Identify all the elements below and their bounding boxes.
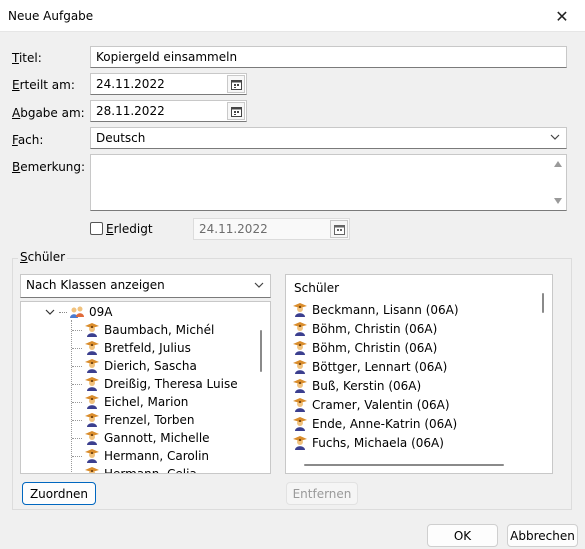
- tree-student-item[interactable]: Gannott, Michelle: [72, 429, 210, 447]
- tree-student-item[interactable]: Frenzel, Torben: [72, 411, 195, 429]
- class-group-icon: [70, 306, 84, 318]
- tree-student-label: Dreißig, Theresa Luise: [104, 377, 238, 391]
- student-icon: [85, 413, 99, 427]
- tree-student-label: Dierich, Sascha: [104, 359, 197, 373]
- fach-select[interactable]: Deutsch: [90, 127, 567, 149]
- student-icon: [85, 323, 99, 337]
- erledigt-calendar-button: [330, 220, 348, 238]
- list-item-label: Böhm, Christin (06A): [312, 322, 438, 336]
- scroll-up-icon[interactable]: [553, 160, 563, 168]
- cancel-button[interactable]: Abbrechen: [507, 524, 578, 547]
- tree-node-class[interactable]: 09A: [45, 303, 112, 321]
- remove-button: Entfernen: [286, 482, 358, 505]
- tree-scrollbar-thumb[interactable]: [260, 330, 262, 372]
- class-tree[interactable]: 09A Baumbach, Michél Bretfeld, Julius Dieri…: [20, 301, 271, 474]
- student-icon: [293, 341, 307, 355]
- calendar-icon: [333, 224, 345, 235]
- student-icon: [85, 359, 99, 373]
- list-header: Schüler: [294, 281, 340, 295]
- bemerkung-label: Bemerkung:: [12, 160, 86, 174]
- erledigt-date-value: 24.11.2022: [199, 222, 268, 236]
- assigned-student-list[interactable]: Schüler Beckmann, Lisann (06A) Böhm, Chri…: [285, 274, 553, 474]
- tree-student-label: Eichel, Marion: [104, 395, 189, 409]
- list-item[interactable]: Beckmann, Lisann (06A): [292, 301, 459, 319]
- student-icon: [85, 467, 99, 473]
- list-item[interactable]: Fuchs, Michaela (06A): [292, 434, 444, 452]
- schueler-group-title: Schüler: [18, 250, 68, 264]
- student-icon: [293, 436, 307, 450]
- student-icon: [293, 398, 307, 412]
- erledigt-checkbox[interactable]: [90, 222, 103, 235]
- close-button[interactable]: ✕: [539, 0, 585, 32]
- erledigt-date-input: 24.11.2022: [193, 218, 350, 240]
- tree-student-item[interactable]: Eichel, Marion: [72, 393, 188, 411]
- student-icon: [85, 449, 99, 463]
- list-hscrollbar-thumb[interactable]: [304, 464, 504, 466]
- student-icon: [293, 303, 307, 317]
- erteilt-date-value: 24.11.2022: [96, 77, 165, 91]
- close-icon: ✕: [555, 6, 569, 26]
- erledigt-label: Erledigt: [106, 222, 153, 236]
- tree-student-label: Frenzel, Torben: [104, 413, 195, 427]
- list-item[interactable]: Böhm, Christin (06A): [292, 320, 437, 338]
- tree-student-label: Bretfeld, Julius: [104, 341, 191, 355]
- window-title: Neue Aufgabe: [8, 9, 94, 23]
- tree-student-item[interactable]: Bretfeld, Julius: [72, 339, 191, 357]
- erteilt-calendar-button[interactable]: [227, 75, 245, 93]
- scroll-down-icon[interactable]: [553, 197, 563, 205]
- calendar-icon: [230, 106, 242, 117]
- student-icon: [85, 377, 99, 391]
- student-icon: [293, 360, 307, 374]
- tree-student-item[interactable]: Dierich, Sascha: [72, 357, 197, 375]
- titel-label: Titel:: [12, 51, 42, 65]
- assign-button[interactable]: Zuordnen: [22, 482, 96, 505]
- tree-student-item[interactable]: Hermann, Celia: [72, 465, 197, 474]
- student-icon: [293, 417, 307, 431]
- view-mode-value: Nach Klassen anzeigen: [26, 278, 165, 292]
- student-icon: [85, 341, 99, 355]
- calendar-icon: [230, 79, 242, 90]
- list-scrollbar-thumb[interactable]: [542, 293, 544, 313]
- list-item-label: Fuchs, Michaela (06A): [312, 436, 444, 450]
- tree-student-item[interactable]: Hermann, Carolin: [72, 447, 209, 465]
- list-item-label: Beckmann, Lisann (06A): [312, 303, 459, 317]
- tree-student-item[interactable]: Baumbach, Michél: [72, 321, 214, 339]
- tree-student-label: Hermann, Carolin: [104, 449, 210, 463]
- abgabe-calendar-button[interactable]: [227, 102, 245, 120]
- tree-class-label: 09A: [89, 305, 113, 319]
- list-item[interactable]: Böttger, Lennart (06A): [292, 358, 447, 376]
- fach-value: Deutsch: [96, 131, 146, 145]
- fach-label: Fach:: [12, 133, 44, 147]
- erteilt-date-input[interactable]: 24.11.2022: [90, 73, 247, 95]
- titel-input[interactable]: Kopiergeld einsammeln: [90, 46, 567, 68]
- list-item-label: Buß, Kerstin (06A): [312, 379, 422, 393]
- tree-student-label: Baumbach, Michél: [104, 323, 215, 337]
- list-item[interactable]: Cramer, Valentin (06A): [292, 396, 450, 414]
- tree-student-label: Hermann, Celia: [104, 467, 197, 474]
- student-icon: [293, 379, 307, 393]
- list-item-label: Cramer, Valentin (06A): [312, 398, 450, 412]
- student-icon: [85, 431, 99, 445]
- tree-student-label: Gannott, Michelle: [104, 431, 210, 445]
- abgabe-date-value: 28.11.2022: [96, 104, 165, 118]
- abgabe-label: Abgabe am:: [12, 106, 85, 120]
- chevron-down-icon: [550, 134, 560, 140]
- chevron-down-icon[interactable]: [45, 307, 55, 317]
- chevron-down-icon: [254, 282, 264, 288]
- erteilt-label: Erteilt am:: [12, 78, 75, 92]
- list-item[interactable]: Ende, Anne-Katrin (06A): [292, 415, 457, 433]
- list-item[interactable]: Buß, Kerstin (06A): [292, 377, 421, 395]
- abgabe-date-input[interactable]: 28.11.2022: [90, 100, 247, 122]
- view-mode-select[interactable]: Nach Klassen anzeigen: [20, 274, 271, 298]
- student-icon: [293, 322, 307, 336]
- list-item[interactable]: Böhm, Christin (06A): [292, 339, 437, 357]
- list-item-label: Ende, Anne-Katrin (06A): [312, 417, 458, 431]
- list-item-label: Böhm, Christin (06A): [312, 341, 438, 355]
- tree-student-item[interactable]: Dreißig, Theresa Luise: [72, 375, 238, 393]
- ok-button[interactable]: OK: [427, 524, 498, 547]
- list-item-label: Böttger, Lennart (06A): [312, 360, 448, 374]
- student-icon: [85, 395, 99, 409]
- bemerkung-textarea[interactable]: [90, 154, 567, 211]
